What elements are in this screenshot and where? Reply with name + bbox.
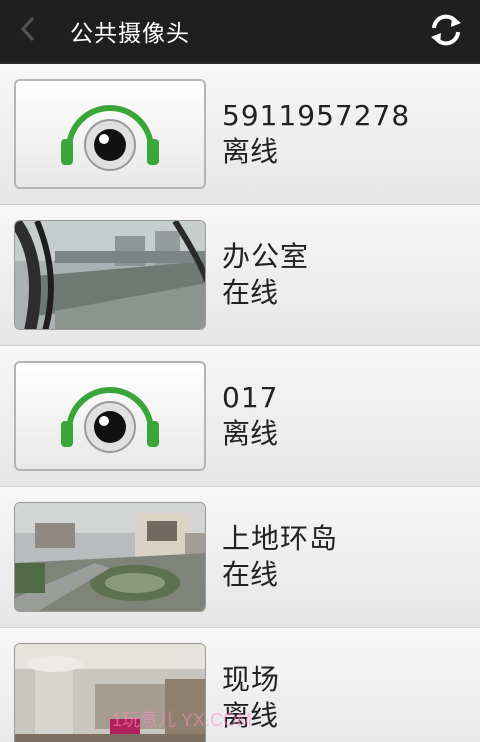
camera-status: 在线 xyxy=(222,276,279,309)
camera-thumbnail xyxy=(14,79,206,189)
camera-thumbnail xyxy=(14,361,206,471)
camera-name: 办公室 xyxy=(222,240,310,273)
refresh-button[interactable] xyxy=(426,12,466,52)
page-title: 公共摄像头 xyxy=(70,21,190,47)
camera-list: 5911957278 离线 办公室 在线 017 离线 上地环岛 在线 现场 离… xyxy=(0,64,480,742)
camera-thumbnail xyxy=(14,220,206,330)
camera-info: 办公室 在线 xyxy=(222,239,309,311)
camera-info: 上地环岛 在线 xyxy=(222,521,338,593)
headphone-eye-logo-icon xyxy=(55,369,165,463)
camera-status: 在线 xyxy=(222,558,279,591)
office-window-photo xyxy=(15,221,205,329)
back-button[interactable] xyxy=(0,0,56,63)
camera-name: 现场 xyxy=(222,663,281,696)
camera-item[interactable]: 办公室 在线 xyxy=(0,205,480,346)
camera-name: 上地环岛 xyxy=(222,522,339,555)
watermark: 1玩意儿 YX.COM xyxy=(112,710,253,730)
chevron-left-icon xyxy=(19,15,37,47)
title-bar: 公共摄像头 xyxy=(0,0,480,64)
headphone-eye-logo-icon xyxy=(55,87,165,181)
camera-info: 017 离线 xyxy=(222,380,278,452)
camera-thumbnail xyxy=(14,502,206,612)
camera-item[interactable]: 上地环岛 在线 xyxy=(0,487,480,628)
camera-name: 017 xyxy=(222,381,279,414)
camera-status: 离线 xyxy=(222,417,279,450)
camera-item[interactable]: 5911957278 离线 xyxy=(0,64,480,205)
camera-item[interactable]: 017 离线 xyxy=(0,346,480,487)
roundabout-photo xyxy=(15,503,205,611)
refresh-icon xyxy=(428,12,464,52)
camera-name: 5911957278 xyxy=(222,99,411,132)
camera-info: 5911957278 离线 xyxy=(222,98,410,170)
camera-status: 离线 xyxy=(222,135,279,168)
